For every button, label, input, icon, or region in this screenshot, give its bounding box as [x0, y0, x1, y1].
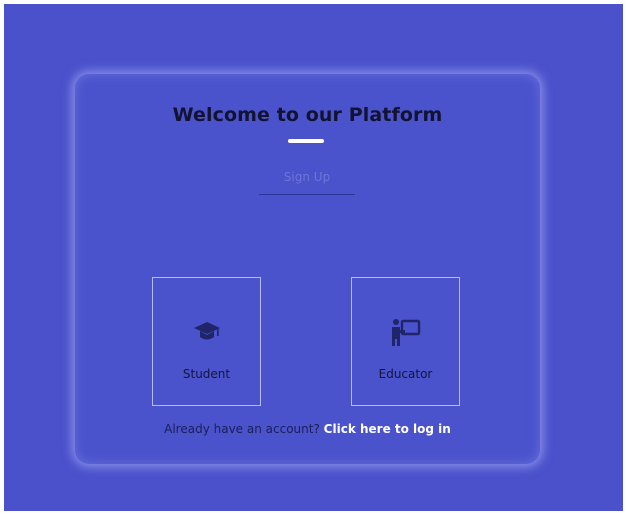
educator-label: Educator: [378, 367, 433, 381]
page-background: Welcome to our Platform Sign Up Student: [4, 4, 623, 511]
graduation-cap-icon: [153, 316, 260, 346]
login-prompt: Already have an account? Click here to l…: [75, 422, 540, 436]
signup-tab[interactable]: Sign Up: [259, 170, 355, 184]
educator-role-button[interactable]: Educator: [351, 277, 460, 406]
student-label: Student: [182, 367, 231, 381]
title-underline: [288, 139, 324, 143]
login-prompt-text: Already have an account?: [164, 422, 320, 436]
student-role-button[interactable]: Student: [152, 277, 261, 406]
login-link[interactable]: Click here to log in: [324, 422, 451, 436]
teacher-board-icon: [352, 316, 459, 346]
signup-tab-underline: [259, 194, 355, 195]
welcome-card: Welcome to our Platform Sign Up Student: [75, 74, 540, 464]
page-title: Welcome to our Platform: [172, 104, 443, 126]
